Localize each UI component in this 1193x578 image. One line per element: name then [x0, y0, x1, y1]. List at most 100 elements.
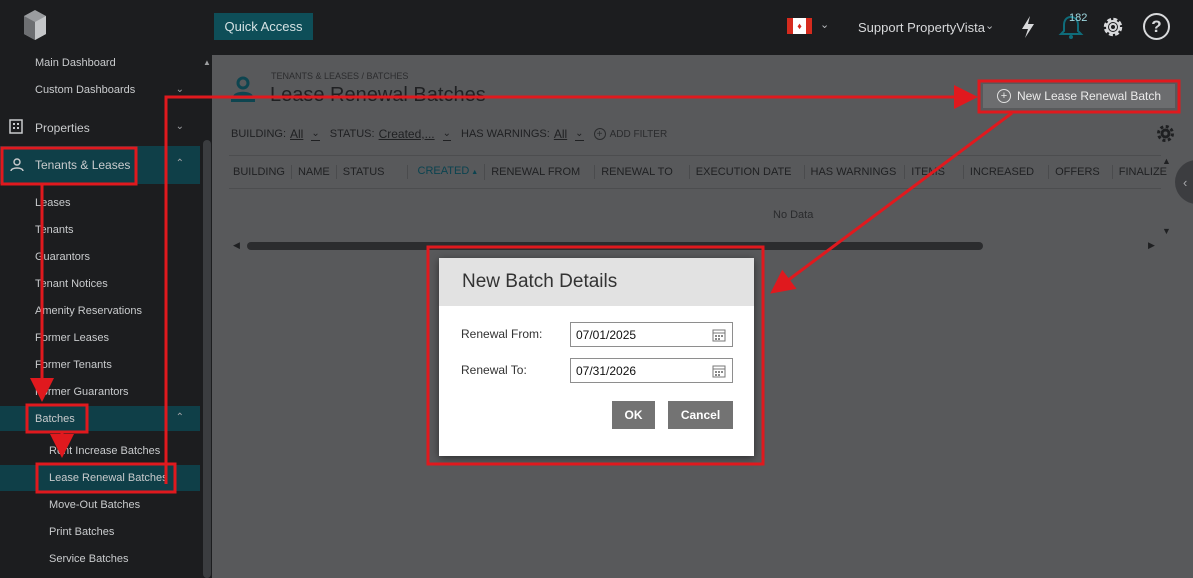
renewal-to-label: Renewal To:	[461, 363, 527, 377]
sidebar-item-label: Main Dashboard	[35, 57, 116, 69]
quick-access-button[interactable]: Quick Access	[214, 13, 313, 40]
scroll-left-arrow-icon[interactable]: ◀	[233, 240, 240, 251]
sidebar-item-label: Former Leases	[35, 332, 109, 344]
renewal-from-field[interactable]	[570, 322, 733, 347]
sidebar-item-label: Move-Out Batches	[49, 499, 141, 511]
sidebar-item-label: Guarantors	[35, 251, 91, 263]
calendar-icon[interactable]	[712, 328, 726, 342]
sidebar-item-former-leases[interactable]: Former Leases	[0, 332, 200, 346]
column-header-name[interactable]: NAME	[292, 165, 337, 179]
chevron-left-icon: ‹	[1183, 174, 1188, 190]
filter-label: BUILDING:	[231, 128, 287, 140]
scroll-up-arrow-icon[interactable]: ▲	[1162, 156, 1171, 166]
sidebar-item-lease-renewal-batches[interactable]: Lease Renewal Batches	[0, 465, 200, 491]
scroll-down-arrow-icon[interactable]: ▼	[1162, 226, 1171, 236]
column-header-items[interactable]: ITEMS	[905, 165, 964, 179]
sidebar: Main Dashboard Custom Dashboards ⌄ Prope…	[0, 55, 200, 578]
has-warnings-filter[interactable]: HAS WARNINGS: All ⌄	[461, 127, 584, 141]
gear-icon[interactable]	[1100, 14, 1126, 40]
column-header-label: CREATED	[417, 165, 470, 177]
sidebar-item-tenants[interactable]: Tenants	[0, 224, 200, 238]
column-header-building[interactable]: BUILDING	[229, 165, 292, 179]
sidebar-item-amenity-reservations[interactable]: Amenity Reservations	[0, 305, 200, 319]
column-header-status[interactable]: STATUS	[337, 165, 408, 179]
help-icon[interactable]: ?	[1143, 13, 1170, 40]
sidebar-item-label: Service Batches	[49, 553, 129, 565]
sidebar-item-rent-increase-batches[interactable]: Rent Increase Batches	[0, 445, 200, 459]
sidebar-item-label: Properties	[35, 121, 90, 135]
sidebar-item-properties[interactable]: Properties ⌄	[0, 119, 200, 137]
column-header-offers[interactable]: OFFERS	[1049, 165, 1113, 179]
plus-circle-icon: +	[996, 89, 1011, 103]
chevron-down-icon: ⌄	[311, 127, 320, 141]
sidebar-item-move-out-batches[interactable]: Move-Out Batches	[0, 499, 200, 513]
ok-button[interactable]: OK	[612, 401, 655, 429]
button-label: New Lease Renewal Batch	[1016, 89, 1162, 103]
cancel-button[interactable]: Cancel	[668, 401, 733, 429]
chevron-up-icon: ⌃	[175, 158, 184, 169]
column-header-created[interactable]: CREATED ▲	[408, 164, 486, 180]
scroll-up-arrow-icon[interactable]: ▲	[203, 58, 211, 67]
filter-bar: BUILDING: All ⌄ STATUS: Created,... ⌄ HA…	[231, 125, 667, 143]
chevron-down-icon: ⌄	[175, 84, 184, 95]
renewal-to-field[interactable]	[570, 358, 733, 383]
notification-count: 182	[1069, 12, 1088, 24]
column-header-has-warnings[interactable]: HAS WARNINGS	[805, 165, 906, 179]
sidebar-item-print-batches[interactable]: Print Batches	[0, 526, 200, 540]
canada-flag-icon[interactable]: ♦	[787, 18, 812, 34]
user-menu[interactable]: Support PropertyVista	[858, 20, 985, 35]
chevron-down-icon: ⌄	[175, 121, 184, 132]
filter-value: Created,...	[378, 127, 435, 141]
sidebar-item-batches[interactable]: Batches ⌃	[0, 406, 200, 431]
new-batch-dialog: New Batch Details Renewal From: Renewal …	[439, 258, 754, 456]
breadcrumb[interactable]: TENANTS & LEASES / BATCHES	[271, 71, 408, 81]
dialog-title: New Batch Details	[439, 258, 754, 306]
sidebar-item-label: Batches	[35, 413, 75, 425]
calendar-icon[interactable]	[712, 364, 726, 378]
column-header-finalize[interactable]: FINALIZE	[1113, 165, 1173, 179]
sidebar-item-label: Rent Increase Batches	[49, 445, 161, 457]
sidebar-item-label: Former Tenants	[35, 359, 112, 371]
sidebar-item-label: Print Batches	[49, 526, 115, 538]
add-filter-button[interactable]: + ADD FILTER	[593, 128, 667, 140]
filter-value: All	[553, 127, 568, 141]
chevron-down-icon: ⌄	[575, 127, 584, 141]
app-logo-icon[interactable]	[22, 8, 48, 42]
page-title: Lease Renewal Batches	[270, 84, 486, 106]
scroll-right-arrow-icon[interactable]: ▶	[1148, 240, 1155, 251]
column-header-renewal-to[interactable]: RENEWAL TO	[595, 165, 690, 179]
column-header-execution-date[interactable]: EXECUTION DATE	[690, 165, 805, 179]
sidebar-item-label: Lease Renewal Batches	[49, 472, 168, 484]
person-icon	[10, 158, 24, 172]
chevron-down-icon[interactable]: ⌄	[820, 18, 829, 31]
sidebar-item-leases[interactable]: Leases	[0, 197, 200, 211]
building-filter[interactable]: BUILDING: All ⌄	[231, 127, 320, 141]
sidebar-item-former-tenants[interactable]: Former Tenants	[0, 359, 200, 373]
sidebar-item-service-batches[interactable]: Service Batches	[0, 553, 200, 567]
sidebar-item-label: Tenants & Leases	[35, 158, 131, 172]
filter-label: STATUS:	[329, 128, 375, 140]
building-icon	[9, 119, 23, 134]
chevron-down-icon[interactable]: ⌄	[985, 19, 994, 32]
sidebar-item-label: Tenant Notices	[35, 278, 108, 290]
gear-icon[interactable]	[1156, 124, 1175, 143]
column-header-renewal-from[interactable]: RENEWAL FROM	[485, 165, 596, 179]
status-filter[interactable]: STATUS: Created,... ⌄	[330, 127, 451, 141]
sidebar-item-label: Former Guarantors	[35, 386, 129, 398]
column-header-increased[interactable]: INCREASED	[964, 165, 1050, 179]
horizontal-scrollbar[interactable]	[247, 242, 983, 250]
sidebar-scrollbar[interactable]	[203, 140, 211, 578]
sidebar-item-main-dashboard[interactable]: Main Dashboard	[0, 57, 200, 71]
new-lease-renewal-batch-button[interactable]: + New Lease Renewal Batch	[983, 84, 1175, 108]
sidebar-item-tenant-notices[interactable]: Tenant Notices	[0, 278, 200, 292]
sidebar-item-label: Tenants	[35, 224, 74, 236]
empty-table-message: No Data	[773, 209, 814, 221]
lightning-icon[interactable]	[1018, 14, 1038, 40]
sidebar-item-tenants-leases[interactable]: Tenants & Leases ⌃	[0, 146, 200, 184]
sidebar-item-label: Amenity Reservations	[35, 305, 142, 317]
sidebar-item-guarantors[interactable]: Guarantors	[0, 251, 200, 265]
sidebar-item-former-guarantors[interactable]: Former Guarantors	[0, 386, 200, 400]
sidebar-item-custom-dashboards[interactable]: Custom Dashboards ⌄	[0, 84, 200, 98]
sidebar-item-label: Custom Dashboards	[35, 84, 136, 96]
person-icon	[231, 76, 255, 102]
